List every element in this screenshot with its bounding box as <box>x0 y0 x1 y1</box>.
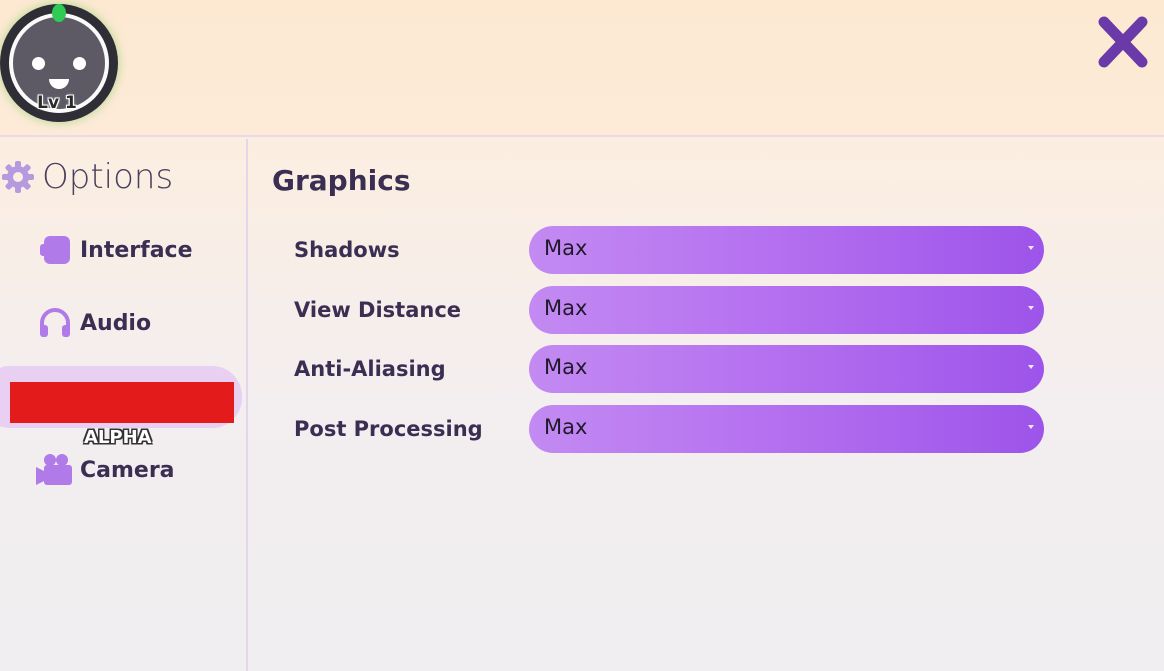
shadows-dropdown[interactable]: Max <box>529 226 1044 274</box>
chevron-down-icon <box>1028 246 1034 250</box>
setting-label: Post Processing <box>294 417 483 441</box>
view-distance-dropdown[interactable]: Max <box>529 286 1044 334</box>
redacted-label <box>10 382 234 423</box>
sidebar-item-label: Audio <box>80 310 152 336</box>
dropdown-value: Max <box>544 236 588 260</box>
sidebar-item-camera[interactable]: Camera <box>0 443 240 497</box>
level-badge: Lv 1 <box>37 93 77 113</box>
close-icon <box>1098 16 1148 68</box>
setting-label: View Distance <box>294 298 462 322</box>
sidebar-item-audio[interactable]: Audio <box>0 296 240 350</box>
sidebar-item-label: Camera <box>80 457 175 483</box>
player-avatar[interactable]: Lv 1 <box>0 4 118 122</box>
headphones-icon <box>36 306 74 340</box>
sidebar-item-interface[interactable]: Interface <box>0 223 240 277</box>
setting-row-view-distance: View Distance Max <box>272 286 1152 336</box>
setting-row-anti-aliasing: Anti-Aliasing Max <box>272 345 1152 395</box>
setting-label: Anti-Aliasing <box>294 357 446 381</box>
dropdown-value: Max <box>544 296 588 320</box>
post-processing-dropdown[interactable]: Max <box>529 405 1044 453</box>
status-gem-icon <box>52 4 66 22</box>
close-button[interactable] <box>1096 14 1150 70</box>
chevron-down-icon <box>1028 425 1034 429</box>
chevron-down-icon <box>1028 306 1034 310</box>
setting-label: Shadows <box>294 238 400 262</box>
avatar-mouth <box>49 79 69 89</box>
options-header: Options <box>0 157 173 197</box>
chevron-down-icon <box>1028 365 1034 369</box>
gear-icon <box>2 161 34 193</box>
setting-row-post-processing: Post Processing Max <box>272 405 1152 455</box>
interface-icon <box>36 233 74 267</box>
options-title: Options <box>42 157 174 197</box>
section-title: Graphics <box>272 164 411 197</box>
avatar-eye-right <box>73 57 86 70</box>
top-bar: Lv 1 <box>0 0 1164 137</box>
sidebar-item-label: Interface <box>80 237 193 263</box>
dropdown-value: Max <box>544 415 588 439</box>
video-camera-icon <box>36 453 74 487</box>
setting-row-shadows: Shadows Max <box>272 226 1152 276</box>
avatar-eye-left <box>32 57 45 70</box>
dropdown-value: Max <box>544 355 588 379</box>
graphics-panel: Graphics Shadows Max View Distance Max A… <box>272 160 1152 660</box>
anti-aliasing-dropdown[interactable]: Max <box>529 345 1044 393</box>
options-sidebar: Options Interface Audio ALPHA Camera <box>0 139 248 671</box>
